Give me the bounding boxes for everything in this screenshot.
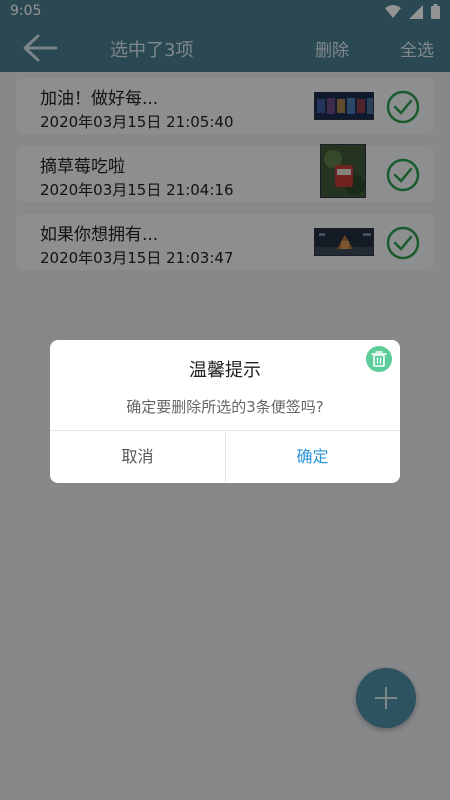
dialog-title: 温馨提示 [189,360,261,381]
cancel-button[interactable]: 取消 [50,430,225,483]
dialog-message: 确定要删除所选的3条便签吗? [126,398,324,416]
confirm-button[interactable]: 确定 [225,430,400,483]
confirm-delete-dialog: 温馨提示 确定要删除所选的3条便签吗? 取消 确定 [50,340,400,483]
